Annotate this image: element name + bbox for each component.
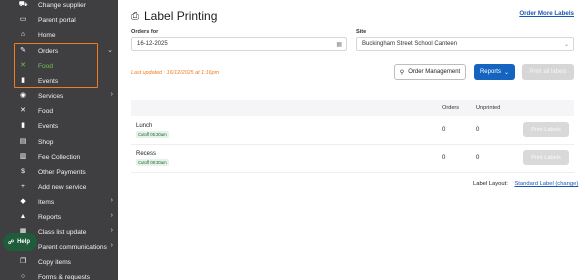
sidebar-item-label: Other Payments [38,168,86,176]
sidebar-item-shop[interactable]: ▤ Shop [0,135,118,149]
chevron-down-icon: ⌄ [503,69,510,76]
chevron-down-icon: ⌄ [107,47,113,54]
sidebar-item-label: Reports [38,213,62,221]
cutoff-badge: Cutoff 08:30am [136,159,169,166]
reports-button[interactable]: Reports ⌄ [474,64,515,80]
copy-icon: ❐ [19,257,27,265]
unprinted-count: 0 [476,127,480,133]
print-labels-button[interactable]: Print Labels [523,150,569,165]
truck-icon: ⛟ [18,0,28,8]
chevron-right-icon: › [110,242,113,249]
sidebar-item-label: Events [38,122,59,130]
food-icon: ✕ [20,106,26,114]
sidebar-item-forms-requests[interactable]: ○ Forms & requests [0,270,118,280]
session-name: Lunch [136,123,153,129]
fee-icon: ▥ [19,152,27,160]
sidebar-item-label: Home [38,31,56,39]
unprinted-column-header: Unprinted [476,105,501,111]
orders-for-label: Orders for [131,29,159,35]
forms-icon: ○ [20,272,26,280]
sidebar-item-label: Change supplier [38,1,87,9]
site-select[interactable]: Buckingham Street School Canteen ⌄ [356,37,574,51]
tag-icon: ◆ [20,197,26,205]
sidebar-item-label: Services [38,92,64,100]
orders-column-header: Orders [442,105,460,111]
sidebar-item-label: Parent portal [38,16,76,24]
help-button[interactable]: ☍ Help [3,233,37,251]
sidebar-item-label: Shop [38,138,54,146]
sidebar-item-change-supplier[interactable]: ⛟ Change supplier [0,0,118,12]
sidebar-item-reports[interactable]: ▲ Reports › [0,210,118,224]
help-label: Help [17,239,31,245]
print-labels-button[interactable]: Print Labels [523,122,569,137]
services-icon: ◉ [20,91,26,99]
label-layout-label: Label Layout: [473,181,508,187]
page-title-text: Label Printing [144,9,218,23]
session-name: Recess [136,151,157,157]
orders-highlight-box [14,43,98,88]
sidebar-item-parent-portal[interactable]: ▭ Parent portal [0,13,118,27]
site-select-value: Buckingham Street School Canteen [362,41,458,47]
chevron-right-icon: › [110,212,113,219]
chevron-right-icon: › [110,91,113,98]
last-updated-text: Last updated : 16/12/2025 at 1:16pm [131,70,220,76]
table-header: Orders Unprinted [131,100,574,116]
sidebar-item-other-payments[interactable]: $ Other Payments [0,165,118,179]
print-all-labels-button[interactable]: Print all labels [522,64,574,80]
home-icon: ⌂ [20,30,26,38]
shop-icon: ▤ [19,137,27,145]
order-more-labels-link[interactable]: Order More Labels [519,10,574,17]
sidebar-item-label: Items [38,198,55,206]
table-row: Recess Cutoff 08:30am 0 0 Print Labels [131,145,574,173]
sidebar-item-label: Forms & requests [38,273,91,280]
order-management-label: Order Management [408,69,461,75]
plus-icon: + [21,182,25,190]
help-icon: ☍ [8,239,15,246]
chevron-right-icon: › [110,227,113,234]
chart-icon: ▲ [19,212,27,220]
dollar-icon: $ [21,167,25,175]
reports-label: Reports [479,69,501,75]
sidebar-item-items[interactable]: ◆ Items › [0,195,118,209]
search-icon: ⚲ [399,69,405,76]
unprinted-count: 0 [476,155,480,161]
sidebar-item-fee-collection[interactable]: ▥ Fee Collection [0,150,118,164]
main-content: ⎙ Label Printing Order More Labels Order… [118,0,585,280]
sidebar-item-food[interactable]: ✕ Food [0,104,118,118]
change-label-layout-link[interactable]: Standard Label (change) [514,181,578,187]
sidebar-item-label: Copy items [38,258,71,266]
sidebar-item-label: Food [38,107,54,115]
events-icon: ▮ [21,121,25,129]
orders-count: 0 [442,127,446,133]
sidebar-item-label: Fee Collection [38,153,81,161]
sidebar-item-add-new-service[interactable]: + Add new service [0,180,118,194]
chevron-down-icon: ⌄ [563,42,569,48]
orders-for-date-value: 16-12-2025 [137,41,168,47]
sidebar-item-label: Class list update [38,228,87,236]
table-row: Lunch Cutoff 05:30am 0 0 Print Labels [131,117,574,145]
sidebar-item-services[interactable]: ◉ Services › [0,89,118,103]
sidebar-item-copy-items[interactable]: ❐ Copy items [0,255,118,269]
orders-for-date-field[interactable]: 16-12-2025 ▦ [131,37,347,51]
monitor-icon: ▭ [19,15,27,23]
chevron-right-icon: › [110,197,113,204]
sidebar-item-home[interactable]: ⌂ Home [0,28,118,42]
print-icon: ⎙ [131,10,139,22]
orders-count: 0 [442,155,446,161]
sidebar-item-label: Add new service [38,183,87,191]
cutoff-badge: Cutoff 05:30am [136,131,169,138]
calendar-icon: ▦ [336,42,342,48]
label-table: Orders Unprinted Lunch Cutoff 05:30am 0 … [131,100,574,175]
page-title: ⎙ Label Printing [131,9,217,23]
sidebar-item-label: Parent communications [38,243,107,251]
sidebar-item-events[interactable]: ▮ Events [0,119,118,133]
site-label: Site [356,29,367,35]
label-layout: Label Layout: Standard Label (change) [473,181,578,187]
order-management-button[interactable]: ⚲ Order Management [394,64,466,80]
